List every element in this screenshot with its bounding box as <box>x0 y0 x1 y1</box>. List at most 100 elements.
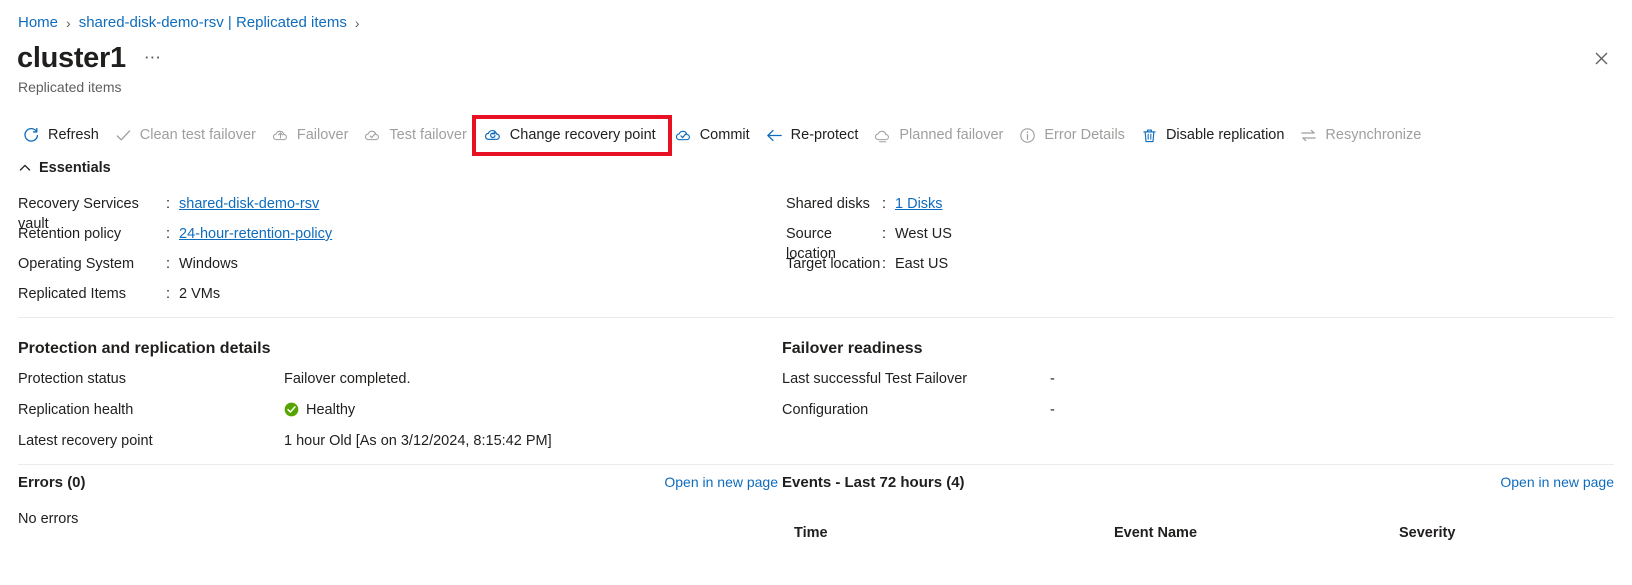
essentials-right-column: Shared disks : 1 Disks Source location :… <box>786 194 1386 314</box>
section-divider <box>18 464 1614 465</box>
protection-status-row: Protection status Failover completed. <box>18 363 758 394</box>
last-successful-test-failover-value: - <box>1050 370 1055 387</box>
events-open-in-new-page-link[interactable]: Open in new page <box>1500 474 1614 490</box>
planned-failover-icon <box>873 126 892 145</box>
failover-label: Failover <box>296 127 349 143</box>
replication-health-row: Replication health Healthy <box>18 394 758 425</box>
events-column-time[interactable]: Time <box>782 522 1114 544</box>
essentials-colon: : <box>882 226 887 242</box>
clean-test-failover-button[interactable]: Clean test failover <box>108 120 265 150</box>
source-location-value: West US <box>895 226 952 242</box>
error-details-label: Error Details <box>1044 127 1125 143</box>
errors-panel-header: Errors (0) Open in new page <box>18 472 778 494</box>
breadcrumb-item-home[interactable]: Home <box>18 13 58 33</box>
retention-policy-link[interactable]: 24-hour-retention-policy <box>179 224 332 244</box>
commit-label: Commit <box>699 127 750 143</box>
events-column-event-name[interactable]: Event Name <box>1114 522 1399 544</box>
breadcrumb-separator-icon: › <box>66 15 71 31</box>
latest-recovery-point-label: Latest recovery point <box>18 432 153 449</box>
refresh-icon <box>22 126 41 145</box>
essentials-toggle[interactable]: Essentials <box>18 160 111 176</box>
essentials-colon: : <box>166 196 171 212</box>
replicated-items-value: 2 VMs <box>179 286 221 302</box>
close-icon <box>1595 52 1608 70</box>
essentials-label: Essentials <box>39 160 111 176</box>
change-recovery-point-label: Change recovery point <box>509 127 656 143</box>
replication-health-value-wrap: Healthy <box>284 402 355 418</box>
checkmark-icon <box>114 126 133 145</box>
essentials-colon: : <box>166 286 171 302</box>
page-header: cluster1 ⋯ <box>17 40 162 76</box>
essentials-row-operating-system: Operating System : Windows <box>18 254 786 284</box>
commit-icon <box>674 126 693 145</box>
test-failover-icon <box>363 126 382 145</box>
chevron-up-icon <box>18 161 32 175</box>
more-options-icon[interactable]: ⋯ <box>144 48 162 68</box>
commit-button[interactable]: Commit <box>668 120 759 150</box>
essentials-label: Operating System <box>18 256 135 272</box>
essentials-colon: : <box>166 226 171 242</box>
protection-status-value: Failover completed. <box>284 370 411 387</box>
re-protect-button[interactable]: Re-protect <box>759 120 868 150</box>
section-divider <box>18 317 1614 318</box>
configuration-row: Configuration - <box>782 394 1382 425</box>
replication-health-label: Replication health <box>18 401 134 418</box>
replication-health-status-badge: Healthy <box>306 401 356 418</box>
failover-readiness-list: Last successful Test Failover - Configur… <box>782 363 1382 425</box>
refresh-label: Refresh <box>48 127 99 143</box>
recovery-services-vault-link[interactable]: shared-disk-demo-rsv <box>179 194 319 214</box>
events-table-header: Time Event Name Severity <box>782 522 1614 544</box>
last-successful-test-failover-label: Last successful Test Failover <box>782 370 968 387</box>
essentials-label: Retention policy <box>18 226 122 242</box>
essentials-colon: : <box>166 256 171 272</box>
target-location-value: East US <box>895 256 949 272</box>
command-bar: Refresh Clean test failover Failover Tes… <box>16 114 1430 156</box>
test-failover-label: Test failover <box>389 127 467 143</box>
planned-failover-button[interactable]: Planned failover <box>867 120 1012 150</box>
change-recovery-point-button[interactable]: Change recovery point <box>471 114 672 156</box>
configuration-label: Configuration <box>782 401 869 418</box>
errors-open-in-new-page-link[interactable]: Open in new page <box>664 474 778 490</box>
page-title: cluster1 <box>17 42 126 74</box>
disable-replication-label: Disable replication <box>1165 127 1285 143</box>
recovery-point-icon <box>484 126 503 145</box>
last-successful-test-failover-row: Last successful Test Failover - <box>782 363 1382 394</box>
essentials-row-source-location: Source location : West US <box>786 224 1386 262</box>
refresh-button[interactable]: Refresh <box>16 120 108 150</box>
configuration-value: - <box>1050 401 1055 418</box>
essentials-row-recovery-services-vault: Recovery Services vault : shared-disk-de… <box>18 194 786 232</box>
essentials-colon: : <box>882 196 887 212</box>
errors-empty-text: No errors <box>18 511 79 527</box>
events-column-severity[interactable]: Severity <box>1399 522 1599 544</box>
disable-replication-button[interactable]: Disable replication <box>1134 120 1293 150</box>
essentials-row-retention-policy: Retention policy : 24-hour-retention-pol… <box>18 224 786 254</box>
failover-button[interactable]: Failover <box>265 120 358 150</box>
trash-icon <box>1140 126 1159 145</box>
breadcrumb-separator-icon: › <box>354 15 360 31</box>
errors-panel-title: Errors (0) <box>18 474 86 491</box>
essentials-left-column: Recovery Services vault : shared-disk-de… <box>18 194 786 314</box>
test-failover-button[interactable]: Test failover <box>357 120 475 150</box>
failover-cloud-icon <box>271 126 290 145</box>
page-subtitle: Replicated items <box>18 79 122 95</box>
essentials-row-replicated-items: Replicated Items : 2 VMs <box>18 284 786 314</box>
essentials-label: Shared disks <box>786 196 870 212</box>
resynchronize-label: Resynchronize <box>1325 127 1422 143</box>
essentials-label: Replicated Items <box>18 286 126 302</box>
essentials-label: Target location <box>786 256 881 272</box>
shared-disks-link[interactable]: 1 Disks <box>895 194 943 214</box>
resynchronize-button[interactable]: Resynchronize <box>1293 120 1430 150</box>
breadcrumb: Home › shared-disk-demo-rsv | Replicated… <box>18 13 368 33</box>
close-button[interactable] <box>1588 48 1614 74</box>
protection-details-list: Protection status Failover completed. Re… <box>18 363 758 456</box>
protection-status-label: Protection status <box>18 370 126 387</box>
essentials-colon: : <box>882 256 887 272</box>
clean-test-failover-label: Clean test failover <box>139 127 256 143</box>
health-ok-icon <box>284 402 299 417</box>
breadcrumb-item-vault[interactable]: shared-disk-demo-rsv | Replicated items <box>79 13 347 33</box>
latest-recovery-point-value: 1 hour Old [As on 3/12/2024, 8:15:42 PM] <box>284 432 552 449</box>
planned-failover-label: Planned failover <box>899 127 1004 143</box>
error-details-button[interactable]: Error Details <box>1012 120 1134 150</box>
essentials-row-shared-disks: Shared disks : 1 Disks <box>786 194 1386 224</box>
re-protect-label: Re-protect <box>790 127 859 143</box>
